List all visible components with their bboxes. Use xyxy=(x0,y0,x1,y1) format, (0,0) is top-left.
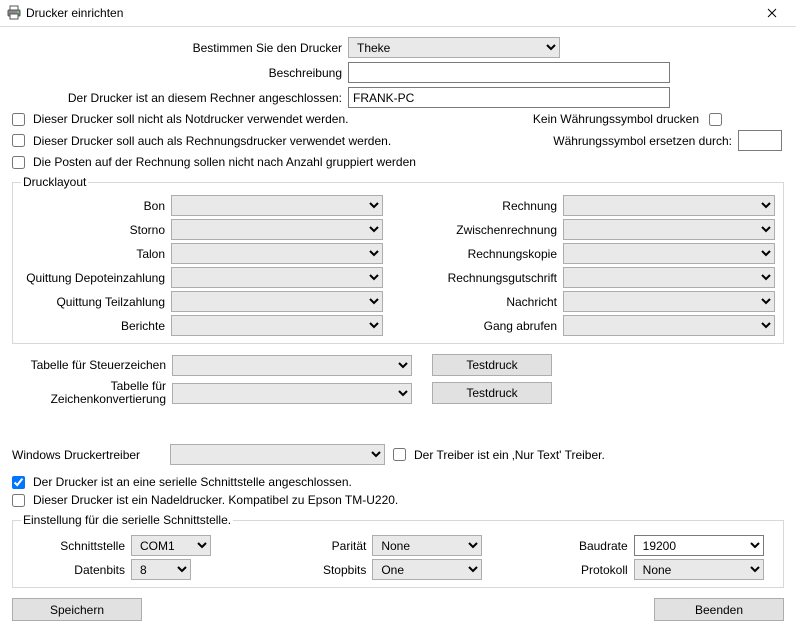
storno-select[interactable] xyxy=(171,219,383,240)
host-label: Der Drucker ist an diesem Rechner angesc… xyxy=(12,91,348,105)
is-serial-input[interactable] xyxy=(12,476,25,489)
print-layout-fieldset: Drucklayout Bon Storno Talon Quittung De… xyxy=(12,175,784,344)
r-gutschrift-select[interactable] xyxy=(563,267,775,288)
not-emergency-checkbox[interactable]: Dieser Drucker soll nicht als Notdrucker… xyxy=(12,112,348,126)
not-emergency-input[interactable] xyxy=(12,113,25,126)
close-button-bottom[interactable]: Beenden xyxy=(654,598,784,621)
no-group-qty-label: Die Posten auf der Rechnung sollen nicht… xyxy=(33,155,416,169)
stopbits-label: Stopbits xyxy=(282,563,372,577)
protocol-label: Protokoll xyxy=(544,563,634,577)
is-serial-label: Der Drucker ist an eine serielle Schnitt… xyxy=(33,475,352,489)
parity-label: Parität xyxy=(282,539,372,553)
is-dotmatrix-label: Dieser Drucker ist ein Nadeldrucker. Kom… xyxy=(33,493,398,507)
r-kopie-label: Rechnungskopie xyxy=(413,247,563,261)
close-icon xyxy=(767,8,777,18)
baud-select[interactable]: 19200 xyxy=(634,535,764,556)
databits-select[interactable]: 8 xyxy=(131,559,191,580)
windows-driver-select[interactable] xyxy=(170,444,385,465)
r-kopie-select[interactable] xyxy=(563,243,775,264)
test-print-2-button[interactable]: Testdruck xyxy=(432,382,552,404)
no-currency-symbol-input[interactable] xyxy=(709,113,722,126)
host-input[interactable] xyxy=(348,87,670,108)
talon-label: Talon xyxy=(21,247,171,261)
choose-printer-select[interactable]: Theke xyxy=(348,37,560,58)
q-depot-select[interactable] xyxy=(171,267,383,288)
windows-driver-label: Windows Druckertreiber xyxy=(12,448,162,462)
baud-label: Baudrate xyxy=(544,539,634,553)
titlebar: Drucker einrichten xyxy=(0,0,796,27)
print-layout-legend: Drucklayout xyxy=(21,175,88,189)
description-input[interactable] xyxy=(348,62,670,83)
is-serial-checkbox[interactable]: Der Drucker ist an eine serielle Schnitt… xyxy=(12,475,352,489)
printer-icon xyxy=(6,5,22,21)
no-currency-symbol-label: Kein Währungssymbol drucken xyxy=(533,112,699,126)
gang-label: Gang abrufen xyxy=(413,319,563,333)
talon-select[interactable] xyxy=(171,243,383,264)
tax-table-select[interactable] xyxy=(172,355,412,376)
conv-table-label: Tabelle für Zeichenkonvertierung xyxy=(12,380,172,406)
close-button[interactable] xyxy=(752,2,792,24)
port-label: Schnittstelle xyxy=(21,539,131,553)
zw-rechnung-select[interactable] xyxy=(563,219,775,240)
is-dotmatrix-checkbox[interactable]: Dieser Drucker ist ein Nadeldrucker. Kom… xyxy=(12,493,398,507)
berichte-label: Berichte xyxy=(21,319,171,333)
also-invoice-input[interactable] xyxy=(12,134,25,147)
q-teil-select[interactable] xyxy=(171,291,383,312)
test-print-1-button[interactable]: Testdruck xyxy=(432,354,552,376)
not-emergency-label: Dieser Drucker soll nicht als Notdrucker… xyxy=(33,112,348,126)
q-teil-label: Quittung Teilzahlung xyxy=(21,295,171,309)
also-invoice-label: Dieser Drucker soll auch als Rechnungsdr… xyxy=(33,134,391,148)
bon-select[interactable] xyxy=(171,195,383,216)
q-depot-label: Quittung Depoteinzahlung xyxy=(21,271,171,285)
no-group-qty-checkbox[interactable]: Die Posten auf der Rechnung sollen nicht… xyxy=(12,155,416,169)
storno-label: Storno xyxy=(21,223,171,237)
gang-select[interactable] xyxy=(563,315,775,336)
serial-settings-fieldset: Einstellung für die serielle Schnittstel… xyxy=(12,513,784,588)
berichte-select[interactable] xyxy=(171,315,383,336)
r-gutschrift-label: Rechnungsgutschrift xyxy=(413,271,563,285)
only-text-driver-input[interactable] xyxy=(393,448,406,461)
tax-table-label: Tabelle für Steuerzeichen xyxy=(12,358,172,372)
rechnung-select[interactable] xyxy=(563,195,775,216)
parity-select[interactable]: None xyxy=(372,535,482,556)
replace-currency-input[interactable] xyxy=(738,130,782,151)
port-select[interactable]: COM1 xyxy=(131,535,211,556)
replace-currency-label: Währungssymbol ersetzen durch: xyxy=(553,134,732,148)
nachricht-select[interactable] xyxy=(563,291,775,312)
serial-settings-legend: Einstellung für die serielle Schnittstel… xyxy=(21,513,233,527)
only-text-driver-label: Der Treiber ist ein ‚Nur Text' Treiber. xyxy=(414,448,605,462)
conv-table-select[interactable] xyxy=(172,383,412,404)
bon-label: Bon xyxy=(21,199,171,213)
choose-printer-label: Bestimmen Sie den Drucker xyxy=(12,41,348,55)
no-currency-symbol-checkbox[interactable]: Kein Währungssymbol drucken xyxy=(533,112,726,126)
also-invoice-checkbox[interactable]: Dieser Drucker soll auch als Rechnungsdr… xyxy=(12,134,391,148)
databits-label: Datenbits xyxy=(21,563,131,577)
no-group-qty-input[interactable] xyxy=(12,156,25,169)
is-dotmatrix-input[interactable] xyxy=(12,494,25,507)
protocol-select[interactable]: None xyxy=(634,559,764,580)
rechnung-label: Rechnung xyxy=(413,199,563,213)
only-text-driver-checkbox[interactable]: Der Treiber ist ein ‚Nur Text' Treiber. xyxy=(393,448,605,462)
window-title: Drucker einrichten xyxy=(26,6,752,20)
save-button[interactable]: Speichern xyxy=(12,598,142,621)
nachricht-label: Nachricht xyxy=(413,295,563,309)
stopbits-select[interactable]: One xyxy=(372,559,482,580)
description-label: Beschreibung xyxy=(12,66,348,80)
zw-rechnung-label: Zwischenrechnung xyxy=(413,223,563,237)
